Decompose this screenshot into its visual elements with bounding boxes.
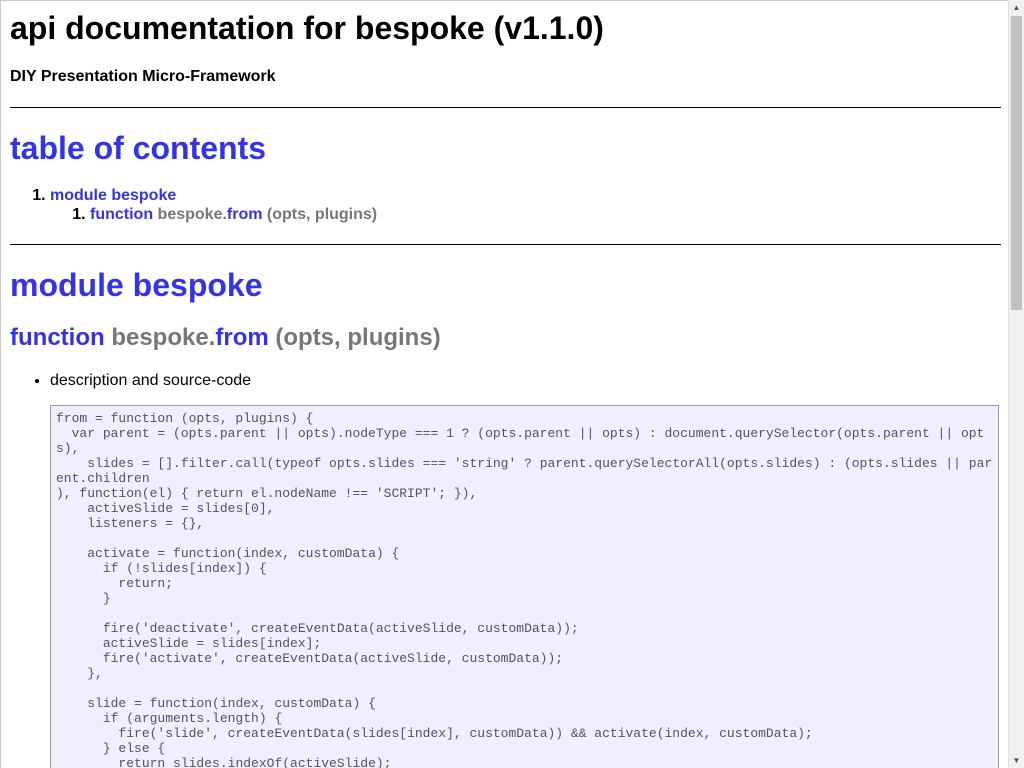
scroll-down-arrow-icon[interactable]: ▼ xyxy=(1009,753,1024,768)
function-details-list: description and source-code xyxy=(9,371,251,390)
scroll-up-arrow-icon[interactable]: ▲ xyxy=(1009,0,1024,15)
toc-function-keyword: function xyxy=(90,206,154,223)
divider xyxy=(10,107,1001,108)
divider xyxy=(10,244,1001,245)
table-of-contents: module bespoke function bespoke.from (op… xyxy=(9,186,377,224)
page-title: api documentation for bespoke (v1.1.0) xyxy=(10,10,604,46)
function-params: (opts, plugins) xyxy=(275,324,441,351)
module-heading: module bespoke xyxy=(10,267,263,303)
toc-sublist: function bespoke.from (opts, plugins) xyxy=(50,205,377,224)
scrollbar-thumb[interactable] xyxy=(1011,16,1022,310)
function-namespace: bespoke. xyxy=(111,324,216,351)
toc-link-bespoke-from[interactable]: function bespoke.from (opts, plugins) xyxy=(90,206,377,223)
page-subtitle: DIY Presentation Micro-Framework xyxy=(10,68,276,85)
page-frame: api documentation for bespoke (v1.1.0) D… xyxy=(0,0,1008,768)
function-name: from xyxy=(215,324,269,351)
function-heading: function bespoke.from (opts, plugins) xyxy=(10,324,441,352)
toc-link-module-bespoke[interactable]: module bespoke xyxy=(50,187,176,204)
toc-function-params: (opts, plugins) xyxy=(266,206,378,223)
toc-function-name: from xyxy=(226,206,263,223)
toc-item-function: function bespoke.from (opts, plugins) xyxy=(90,205,377,224)
function-keyword: function xyxy=(10,324,105,351)
vertical-scrollbar[interactable]: ▲ ▼ xyxy=(1008,0,1024,768)
toc-item-module: module bespoke function bespoke.from (op… xyxy=(50,186,377,224)
list-item: description and source-code xyxy=(50,371,251,390)
toc-function-namespace: bespoke. xyxy=(157,206,227,223)
source-code-block[interactable]: from = function (opts, plugins) { var pa… xyxy=(50,405,999,768)
toc-heading: table of contents xyxy=(10,130,267,166)
